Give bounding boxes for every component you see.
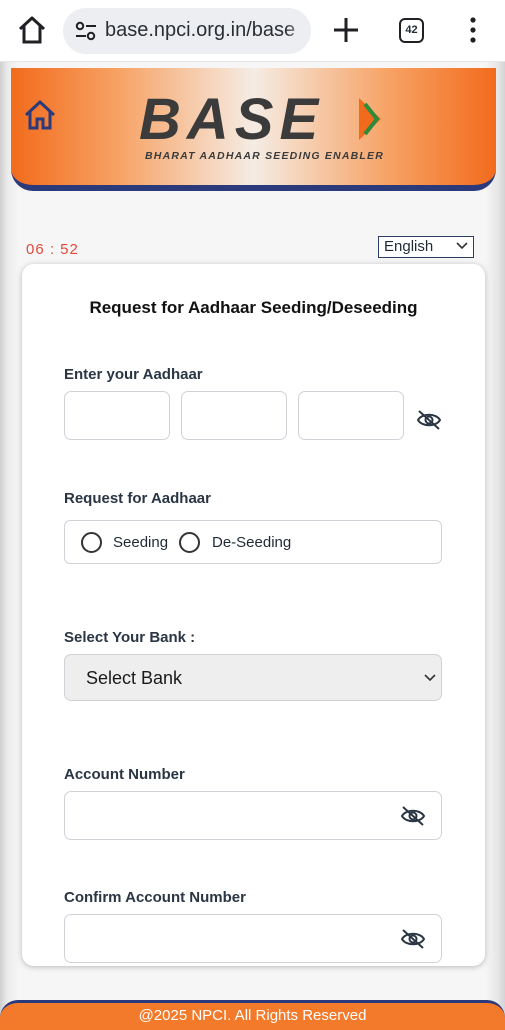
eye-off-icon[interactable] (400, 928, 426, 950)
home-icon[interactable] (23, 98, 57, 132)
plus-icon[interactable] (331, 15, 361, 45)
account-number-input[interactable] (64, 791, 442, 840)
language-select[interactable]: English (378, 236, 474, 258)
request-label: Request for Aadhaar (64, 490, 211, 507)
eye-off-icon[interactable] (400, 805, 426, 827)
logo-text: BASE (139, 87, 325, 152)
url-text: base.npci.org.in/base (105, 19, 296, 41)
radio-seeding-label[interactable]: Seeding (113, 534, 168, 551)
language-selected: English (384, 238, 434, 255)
bank-select-value: Select Bank (86, 668, 183, 688)
aadhaar-part-3[interactable] (298, 391, 404, 440)
site-settings-icon[interactable] (75, 21, 97, 41)
more-vert-icon[interactable] (463, 15, 483, 45)
request-radio-group: Seeding De-Seeding (64, 520, 442, 564)
page-content: BASE BHARAT AADHAAR SEEDING ENABLER 06 :… (0, 62, 505, 1030)
base-logo: BASE BHARAT AADHAAR SEEDING ENABLER (139, 87, 383, 163)
url-fade (285, 8, 311, 54)
radio-deseeding[interactable] (179, 532, 200, 553)
chevron-down-icon (424, 674, 436, 682)
session-timer: 06 : 52 (26, 241, 79, 258)
account-label: Account Number (64, 766, 185, 783)
header-banner: BASE BHARAT AADHAAR SEEDING ENABLER (11, 68, 496, 191)
confirm-account-input[interactable] (64, 914, 442, 963)
footer-copyright: @2025 NPCI. All Rights Reserved (138, 1007, 367, 1024)
aadhaar-label: Enter your Aadhaar (64, 366, 203, 383)
aadhaar-part-1[interactable] (64, 391, 170, 440)
page-footer: @2025 NPCI. All Rights Reserved (0, 1000, 505, 1030)
address-bar[interactable]: base.npci.org.in/base (63, 8, 311, 54)
browser-toolbar: base.npci.org.in/base 42 (0, 0, 505, 62)
bank-label: Select Your Bank : (64, 629, 196, 646)
seeding-form-card: Request for Aadhaar Seeding/Deseeding En… (22, 264, 485, 966)
bank-select[interactable]: Select Bank (64, 654, 442, 701)
confirm-account-label: Confirm Account Number (64, 889, 246, 906)
home-icon[interactable] (16, 14, 48, 46)
form-title: Request for Aadhaar Seeding/Deseeding (89, 298, 418, 317)
tabs-button[interactable]: 42 (399, 18, 424, 43)
radio-deseeding-label[interactable]: De-Seeding (212, 534, 291, 551)
aadhaar-part-2[interactable] (181, 391, 287, 440)
eye-off-icon[interactable] (416, 409, 442, 431)
logo-subtitle: BHARAT AADHAAR SEEDING ENABLER (145, 150, 385, 162)
radio-seeding[interactable] (81, 532, 102, 553)
logo-arrow-icon (359, 98, 381, 140)
chevron-down-icon (456, 242, 468, 250)
